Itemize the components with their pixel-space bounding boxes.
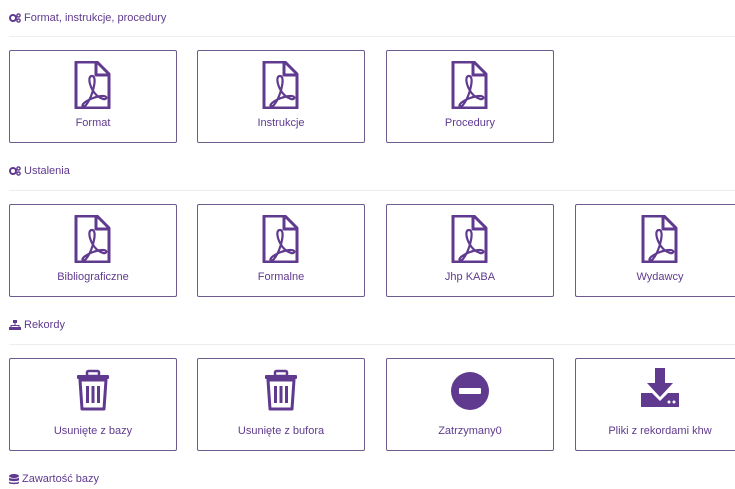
sitemap-icon (9, 319, 21, 331)
tile-usuniete-z-bazy[interactable]: Usunięte z bazy (9, 358, 177, 451)
section-divider (9, 190, 735, 191)
section-divider (9, 344, 735, 345)
minus-circle-icon (451, 372, 489, 410)
tile-label: Formalne (257, 271, 305, 283)
pdf-file-icon (262, 215, 299, 263)
section-header-format: Format, instrukcje, procedury (9, 10, 166, 26)
section-header-ustalenia: Ustalenia (9, 163, 70, 179)
tile-label: Usunięte z bufora (237, 425, 325, 437)
pdf-file-icon (451, 215, 488, 263)
tile-instrukcje[interactable]: Instrukcje (197, 50, 365, 143)
tile-usuniete-z-bufora[interactable]: Usunięte z bufora (197, 358, 365, 451)
database-icon (9, 473, 19, 485)
pdf-file-icon (262, 61, 299, 109)
tile-jhp-kaba[interactable]: Jhp KABA (386, 204, 554, 297)
tile-label: Wydawcy (636, 271, 684, 283)
tile-label: Jhp KABA (444, 271, 496, 283)
pdf-file-icon (74, 215, 111, 263)
tile-label: Procedury (444, 117, 496, 129)
section-title: Format, instrukcje, procedury (24, 12, 167, 24)
section-header-zawartosc: Zawartość bazy (9, 471, 99, 487)
cogs-icon (9, 13, 21, 23)
tile-label: Zatrzymany0 (438, 425, 502, 437)
trash-icon (263, 369, 299, 411)
pdf-file-icon (641, 215, 678, 263)
tile-label: Pliki z rekordami khw (608, 425, 712, 437)
tile-formalne[interactable]: Formalne (197, 204, 365, 297)
tile-procedury[interactable]: Procedury (386, 50, 554, 143)
trash-icon (75, 369, 111, 411)
cogs-icon (9, 166, 21, 176)
tile-zatrzymany[interactable]: Zatrzymany0 (386, 358, 554, 451)
section-title: Rekordy (24, 319, 65, 331)
tile-label: Bibliograficzne (57, 271, 129, 283)
tile-wydawcy[interactable]: Wydawcy (575, 204, 735, 297)
tile-label: Format (75, 117, 111, 129)
download-icon (641, 368, 679, 407)
section-header-rekordy: Rekordy (9, 317, 65, 333)
pdf-file-icon (74, 61, 111, 109)
section-title: Zawartość bazy (22, 473, 100, 485)
tile-label: Instrukcje (257, 117, 305, 129)
tile-format[interactable]: Format (9, 50, 177, 143)
tile-pliki-z-rekordami[interactable]: Pliki z rekordami khw (575, 358, 735, 451)
tile-label: Usunięte z bazy (53, 425, 133, 437)
tile-bibliograficzne[interactable]: Bibliograficzne (9, 204, 177, 297)
section-title: Ustalenia (24, 165, 70, 177)
section-divider (9, 36, 735, 37)
pdf-file-icon (451, 61, 488, 109)
